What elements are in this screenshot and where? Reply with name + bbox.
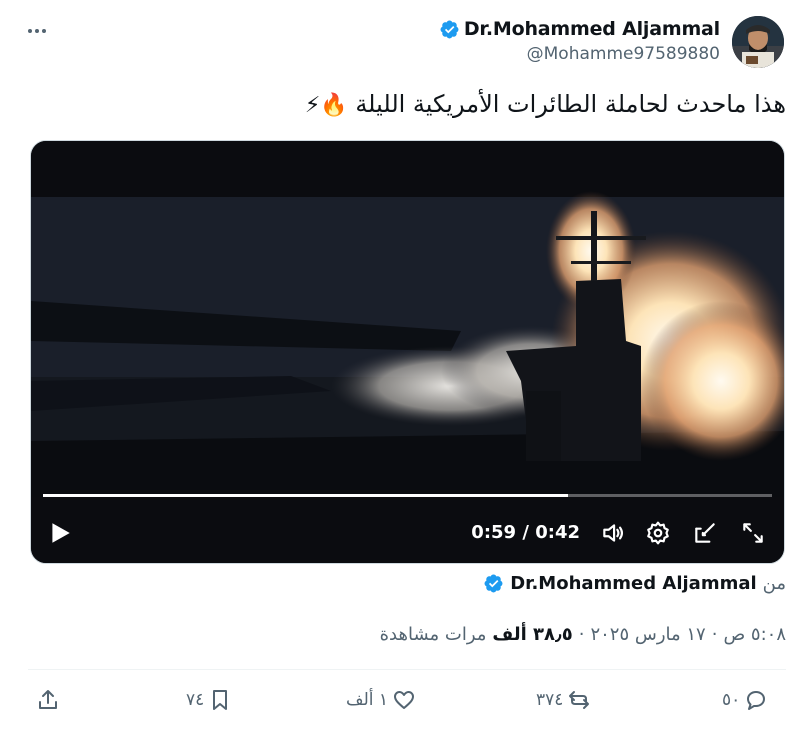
more-options-button[interactable] [28, 22, 54, 40]
repost-icon [567, 688, 591, 712]
meta-separator: · [578, 624, 585, 645]
like-button[interactable]: ١ ألف [346, 688, 416, 712]
video-progress-bar[interactable] [43, 494, 772, 497]
source-row: Dr.Mohammed Aljammal من [483, 573, 786, 594]
author-name[interactable]: Dr.Mohammed Aljammal [464, 18, 720, 40]
avatar[interactable] [732, 16, 784, 68]
repost-count: ٣٧٤ [536, 690, 564, 710]
share-icon [36, 688, 60, 712]
more-dot [35, 29, 39, 33]
video-time-total: 0:42 [535, 522, 580, 543]
settings-icon[interactable] [645, 520, 671, 546]
verified-badge-icon [483, 573, 504, 594]
views-count: ٣٨٫٥ ألف [492, 624, 573, 645]
source-label: من [762, 573, 786, 594]
video-progress-fill [43, 494, 568, 497]
tweet-emojis: 🔥⚡ [304, 93, 348, 118]
video-player[interactable]: 0:59 / 0:42 [30, 140, 785, 564]
video-frame [31, 141, 784, 563]
avatar-image [732, 16, 784, 68]
meta-separator: · [711, 624, 718, 645]
author-handle[interactable]: @Mohamme97589880 [439, 44, 720, 64]
fullscreen-icon[interactable] [740, 520, 766, 546]
tweet-date[interactable]: ١٧ مارس ٢٠٢٥ [590, 624, 705, 645]
action-bar: ٧٤ ١ ألف ٣٧٤ ٥٠ [0, 684, 800, 724]
video-time-current: 0:59 [471, 522, 517, 543]
heart-icon [392, 688, 416, 712]
divider [28, 669, 786, 670]
reply-button[interactable]: ٥٠ [722, 688, 768, 712]
tweet-text: هذا ماحدث لحاملة الطائرات الأمريكية اللي… [305, 90, 786, 118]
bookmark-icon [208, 688, 232, 712]
video-time: 0:59 / 0:42 [471, 522, 580, 543]
share-button[interactable] [36, 688, 60, 712]
volume-icon[interactable] [600, 520, 626, 546]
more-dot [42, 29, 46, 33]
like-count: ١ ألف [346, 690, 389, 710]
views-label: مرات مشاهدة [379, 624, 487, 645]
more-dot [28, 29, 32, 33]
bookmark-count: ٧٤ [186, 690, 205, 710]
video-controls: 0:59 / 0:42 [31, 513, 784, 553]
verified-badge-icon [439, 19, 460, 40]
tweet-time[interactable]: ٥:٠٨ ص [723, 624, 786, 645]
repost-button[interactable]: ٣٧٤ [536, 688, 591, 712]
tweet-meta: ٥:٠٨ ص · ١٧ مارس ٢٠٢٥ · ٣٨٫٥ ألف مرات مش… [380, 624, 786, 645]
play-icon[interactable] [47, 520, 73, 546]
reply-icon [744, 688, 768, 712]
source-name-link[interactable]: Dr.Mohammed Aljammal [510, 573, 756, 594]
video-time-separator: / [522, 522, 529, 543]
bookmark-button[interactable]: ٧٤ [186, 688, 232, 712]
author-block: Dr.Mohammed Aljammal @Mohamme97589880 [439, 18, 720, 64]
reply-count: ٥٠ [722, 690, 741, 710]
pop-out-icon[interactable] [692, 520, 718, 546]
tweet-body: هذا ماحدث لحاملة الطائرات الأمريكية اللي… [355, 90, 786, 118]
